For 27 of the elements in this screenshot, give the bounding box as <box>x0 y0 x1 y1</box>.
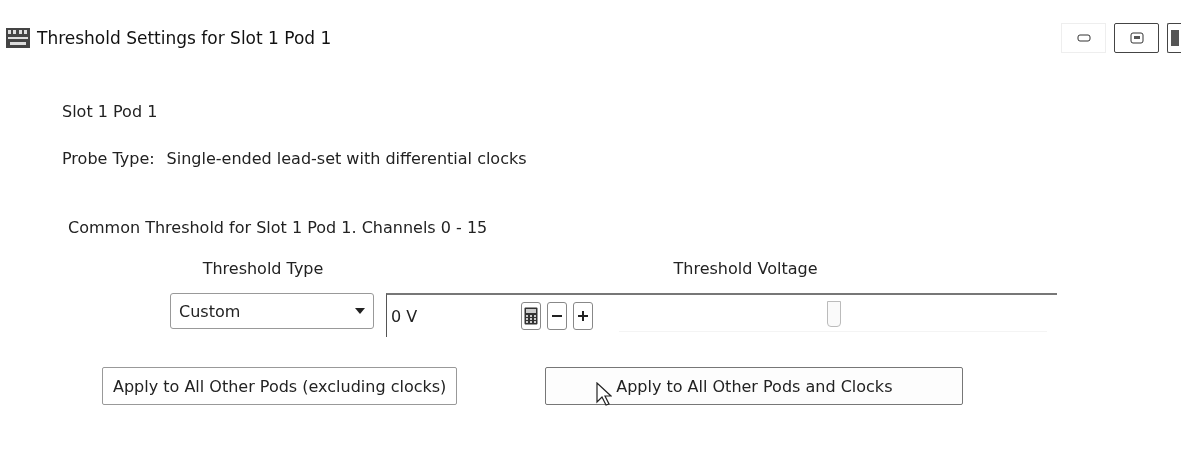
column-header: Threshold Type <box>201 259 325 280</box>
section-title: Common Threshold for Slot 1 Pod 1. Channels 0 - 15 <box>68 218 489 237</box>
plus-icon <box>578 311 588 321</box>
minimize-button[interactable] <box>1061 23 1106 53</box>
minimize-icon <box>1076 34 1091 42</box>
calculator-button[interactable] <box>521 302 541 330</box>
restore-button[interactable] <box>1114 23 1159 53</box>
restore-icon <box>1129 32 1144 44</box>
probe-type-label: Probe Type: <box>62 149 155 168</box>
app-icon <box>5 27 31 49</box>
threshold-type-dropdown[interactable]: Custom <box>170 293 374 329</box>
voltage-field[interactable]: 0 V <box>387 306 521 326</box>
probe-type-value: Single-ended lead-set with differential clocks <box>166 149 527 168</box>
close-button[interactable] <box>1167 23 1181 53</box>
calculator-icon <box>524 307 538 325</box>
apply-button[interactable]: Apply to All Other Pods and Clocks <box>545 367 964 405</box>
caret-icon <box>355 308 365 314</box>
apply-button[interactable]: Apply to All Other Pods (excluding clocks) <box>102 367 458 405</box>
pod-label: Slot 1 Pod 1 <box>62 102 159 121</box>
close-icon <box>1170 28 1179 48</box>
slider-thumb[interactable] <box>827 300 841 327</box>
column-header: Threshold Voltage <box>672 259 819 280</box>
increment-button[interactable] <box>573 302 593 330</box>
mouse-pointer-icon <box>596 382 613 406</box>
slider-track[interactable] <box>619 300 1047 332</box>
decrement-button[interactable] <box>547 302 567 330</box>
window-title: Threshold Settings for Slot 1 Pod 1 <box>37 28 332 48</box>
